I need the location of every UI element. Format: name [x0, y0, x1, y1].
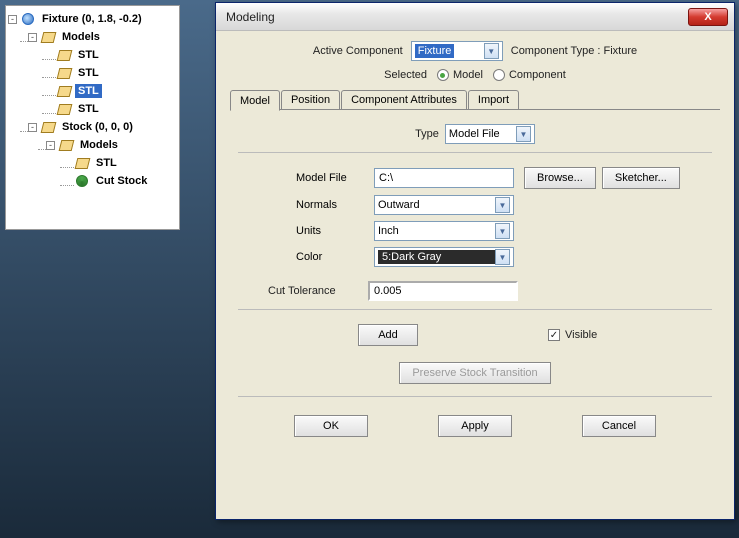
divider [238, 309, 712, 310]
folder-icon [40, 30, 56, 44]
radio-component[interactable] [493, 69, 505, 81]
radio-model-label: Model [453, 69, 483, 81]
tree-stl-4[interactable]: STL [75, 102, 102, 116]
component-type-text: Component Type : Fixture [511, 45, 637, 57]
chevron-down-icon: ▼ [495, 197, 510, 213]
tree-stock[interactable]: Stock (0, 0, 0) [59, 120, 136, 134]
stl-icon [56, 102, 72, 116]
folder-icon [58, 138, 74, 152]
expander-models-2[interactable]: - [46, 141, 55, 150]
browse-button[interactable]: Browse... [524, 167, 596, 189]
stl-icon [74, 156, 90, 170]
tree-fixture[interactable]: Fixture (0, 1.8, -0.2) [39, 12, 145, 26]
tab-position[interactable]: Position [281, 90, 340, 109]
titlebar[interactable]: Modeling X [216, 3, 734, 31]
model-file-input[interactable]: C:\ [374, 168, 514, 188]
tab-model[interactable]: Model [230, 90, 280, 111]
preserve-stock-button[interactable]: Preserve Stock Transition [399, 362, 550, 384]
active-component-select[interactable]: Fixture ▼ [411, 41, 503, 61]
radio-model[interactable] [437, 69, 449, 81]
tree-stl-2[interactable]: STL [75, 66, 102, 80]
selected-label: Selected [384, 69, 427, 81]
cut-tolerance-input[interactable]: 0.005 [368, 281, 518, 301]
type-label: Type [415, 128, 439, 140]
color-value: 5:Dark Gray [378, 250, 495, 264]
stl-icon [56, 84, 72, 98]
tree-models-2[interactable]: Models [77, 138, 121, 152]
expander-fixture[interactable]: - [8, 15, 17, 24]
chevron-down-icon: ▼ [516, 126, 531, 142]
tab-bar: Model Position Component Attributes Impo… [230, 89, 720, 110]
chevron-down-icon: ▼ [495, 223, 510, 239]
color-label: Color [296, 251, 374, 263]
expander-stock[interactable]: - [28, 123, 37, 132]
type-value: Model File [449, 128, 500, 140]
active-component-label: Active Component [313, 45, 403, 57]
radio-component-label: Component [509, 69, 566, 81]
tab-attributes[interactable]: Component Attributes [341, 90, 467, 109]
chevron-down-icon: ▼ [484, 43, 499, 59]
units-value: Inch [378, 225, 399, 237]
type-select[interactable]: Model File ▼ [445, 124, 535, 144]
units-select[interactable]: Inch ▼ [374, 221, 514, 241]
modeling-dialog: Modeling X Active Component Fixture ▼ Co… [215, 2, 735, 520]
model-file-label: Model File [296, 172, 374, 184]
ok-button[interactable]: OK [294, 415, 368, 437]
tab-import[interactable]: Import [468, 90, 519, 109]
color-select[interactable]: 5:Dark Gray ▼ [374, 247, 514, 267]
divider [238, 396, 712, 397]
close-button[interactable]: X [688, 8, 728, 26]
stl-icon [56, 48, 72, 62]
tree-models-1[interactable]: Models [59, 30, 103, 44]
sketcher-button[interactable]: Sketcher... [602, 167, 680, 189]
tree-panel: - Fixture (0, 1.8, -0.2) - Models STL ST… [5, 5, 180, 230]
add-button[interactable]: Add [358, 324, 418, 346]
stl-icon [56, 66, 72, 80]
tree-stl-stock[interactable]: STL [93, 156, 120, 170]
visible-checkbox[interactable]: ✓ [548, 329, 560, 341]
normals-select[interactable]: Outward ▼ [374, 195, 514, 215]
tree-stl-1[interactable]: STL [75, 48, 102, 62]
fixture-icon [20, 12, 36, 26]
tree-stl-selected[interactable]: STL [75, 84, 102, 98]
dialog-title: Modeling [226, 10, 688, 24]
apply-button[interactable]: Apply [438, 415, 512, 437]
expander-models-1[interactable]: - [28, 33, 37, 42]
visible-label: Visible [565, 329, 597, 341]
normals-value: Outward [378, 199, 420, 211]
cutstock-icon [74, 174, 90, 188]
cut-tolerance-label: Cut Tolerance [268, 285, 368, 297]
units-label: Units [296, 225, 374, 237]
normals-label: Normals [296, 199, 374, 211]
divider [238, 152, 712, 153]
cancel-button[interactable]: Cancel [582, 415, 656, 437]
tab-body: Type Model File ▼ Model File C:\ Browse.… [230, 110, 720, 443]
chevron-down-icon: ▼ [495, 249, 510, 265]
folder-icon [40, 120, 56, 134]
active-component-value: Fixture [415, 44, 455, 58]
tree-cutstock[interactable]: Cut Stock [93, 174, 150, 188]
